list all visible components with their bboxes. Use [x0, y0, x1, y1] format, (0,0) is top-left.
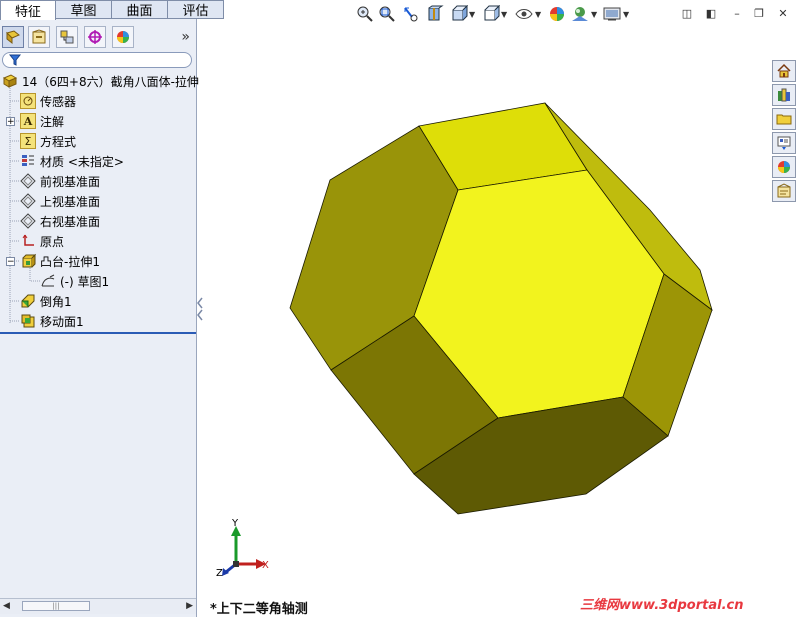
custom-properties-icon[interactable] — [772, 180, 796, 202]
tree-item-label: 上视基准面 — [40, 194, 101, 209]
triad-y-label: Y — [232, 518, 239, 529]
tree-item-move-face[interactable]: 移动面1 — [20, 312, 84, 330]
previous-view-icon[interactable] — [402, 4, 420, 24]
zoom-to-fit-icon[interactable] — [356, 4, 374, 24]
tree-item-boss-extrude[interactable]: 凸台-拉伸1 — [20, 252, 100, 270]
tree-item-label: 前视基准面 — [40, 174, 101, 189]
view-settings-icon[interactable]: ▼ — [602, 4, 629, 24]
tree-item-origin[interactable]: 原点 — [20, 232, 64, 250]
tab-sketch[interactable]: 草图 — [56, 0, 112, 19]
tree-item-label: 移动面1 — [40, 314, 84, 329]
tree-item-chamfer[interactable]: 倒角1 — [20, 292, 72, 310]
tree-item-annotations[interactable]: A 注解 — [20, 112, 64, 130]
apply-scene-icon[interactable]: ▼ — [570, 4, 597, 24]
tree-item-equations[interactable]: Σ 方程式 — [20, 132, 76, 150]
watermark-text: 三维网www.3dportal.cn — [580, 598, 744, 613]
feature-manager-panel: 特征 草图 曲面 评估 » 14（6四+8六）截角八面体-拉伸 传感器 + A … — [0, 0, 224, 617]
tree-item-label: 倒角1 — [40, 294, 72, 309]
view-orientation-label: *上下二等角轴测 — [210, 602, 308, 617]
dimxpert-icon[interactable] — [84, 26, 106, 48]
view-orientation-icon[interactable]: ▼ — [450, 4, 475, 24]
view-palette-icon[interactable] — [772, 132, 796, 154]
close-icon[interactable]: ✕ — [776, 6, 790, 20]
plane-icon — [20, 213, 36, 229]
rollback-bar[interactable] — [0, 332, 196, 334]
hide-show-icon[interactable]: ▼ — [514, 4, 541, 24]
sensors-icon — [20, 93, 36, 109]
horizontal-scrollbar[interactable]: ◀ ||| ▶ — [0, 598, 196, 614]
filter-icon[interactable] — [8, 53, 22, 70]
configuration-manager-icon[interactable] — [56, 26, 78, 48]
tree-item-sketch[interactable]: (-) 草图1 — [40, 272, 109, 290]
tab-evaluate[interactable]: 评估 — [168, 0, 224, 19]
tree-root-part[interactable]: 14（6四+8六）截角八面体-拉伸 — [2, 72, 199, 90]
edit-appearance-icon[interactable] — [548, 4, 566, 24]
restore-icon[interactable]: ❐ — [752, 6, 766, 20]
minimize-icon[interactable]: – — [730, 6, 744, 20]
panel-splitter-handle[interactable] — [196, 296, 204, 322]
sketch-icon — [40, 273, 56, 289]
tree-item-label: 注解 — [40, 114, 65, 129]
scrollbar-thumb[interactable]: ||| — [22, 601, 90, 611]
chamfer-icon — [20, 293, 36, 309]
tile-left-icon[interactable]: ◫ — [680, 6, 694, 20]
tree-item-label: 原点 — [40, 234, 65, 249]
tree-item-right-plane[interactable]: 右视基准面 — [20, 212, 100, 230]
command-manager-tabs: 特征 草图 曲面 评估 — [0, 0, 224, 20]
collapse-boss-extrude-toggle[interactable]: − — [6, 257, 15, 267]
truncated-octahedron-model[interactable] — [289, 102, 713, 515]
file-explorer-icon[interactable] — [772, 108, 796, 130]
move-face-icon — [20, 313, 36, 329]
tree-item-label: 方程式 — [40, 134, 77, 149]
zoom-area-icon[interactable] — [378, 4, 396, 24]
triad-x-label: X — [262, 560, 269, 571]
tree-item-material[interactable]: 材质 <未指定> — [20, 152, 124, 170]
expand-annotations-toggle[interactable]: + — [6, 117, 15, 127]
expand-panel-button[interactable]: » — [181, 29, 190, 45]
plane-icon — [20, 193, 36, 209]
tab-surfaces[interactable]: 曲面 — [112, 0, 168, 19]
material-icon — [20, 153, 36, 169]
part-icon — [2, 73, 18, 89]
tree-item-top-plane[interactable]: 上视基准面 — [20, 192, 100, 210]
triad-z-label: Z — [216, 568, 223, 579]
heads-up-view-toolbar: ▼ ▼ ▼ ▼ ▼ — [356, 4, 636, 24]
equations-icon: Σ — [20, 133, 36, 149]
home-icon[interactable] — [772, 60, 796, 82]
display-style-icon[interactable]: ▼ — [482, 4, 507, 24]
panel-toolbar: » — [0, 26, 196, 50]
feature-manager-icon[interactable] — [2, 26, 24, 48]
reference-triad: Y X Z — [214, 518, 274, 582]
scroll-left-arrow-icon[interactable]: ◀ — [3, 601, 10, 611]
origin-icon — [20, 233, 36, 249]
tree-item-label: 凸台-拉伸1 — [40, 254, 100, 269]
window-controls: ◫ ◧ – ❐ ✕ — [678, 6, 794, 22]
appearances-icon[interactable] — [772, 156, 796, 178]
tree-item-front-plane[interactable]: 前视基准面 — [20, 172, 100, 190]
tree-item-label: 右视基准面 — [40, 214, 101, 229]
section-view-icon[interactable] — [426, 4, 444, 24]
tab-features[interactable]: 特征 — [0, 0, 56, 20]
tree-item-sensors[interactable]: 传感器 — [20, 92, 76, 110]
task-pane-tabs — [772, 60, 796, 204]
property-manager-icon[interactable] — [28, 26, 50, 48]
tile-right-icon[interactable]: ◧ — [704, 6, 718, 20]
annotations-icon: A — [20, 113, 36, 129]
boss-extrude-icon — [20, 253, 36, 269]
scroll-right-arrow-icon[interactable]: ▶ — [186, 601, 193, 611]
display-manager-icon[interactable] — [112, 26, 134, 48]
tree-item-label: (-) 草图1 — [60, 274, 110, 289]
filter-field[interactable] — [2, 52, 192, 68]
library-icon[interactable] — [772, 84, 796, 106]
part-name-label: 14（6四+8六）截角八面体-拉伸 — [22, 74, 199, 89]
tree-item-label: 材质 <未指定> — [40, 154, 124, 169]
plane-icon — [20, 173, 36, 189]
tree-item-label: 传感器 — [40, 94, 77, 109]
